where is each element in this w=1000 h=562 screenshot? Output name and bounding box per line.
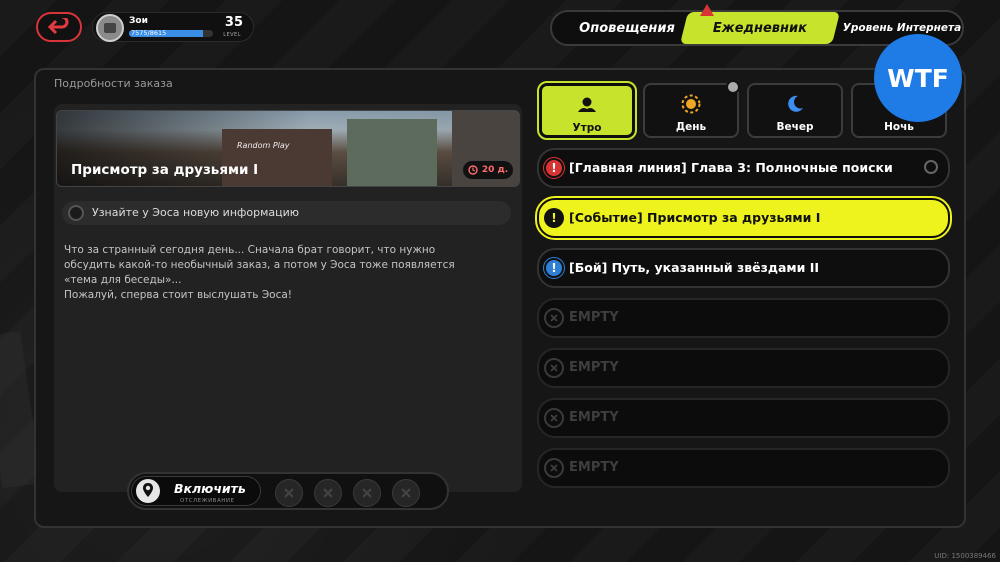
task-battle-quest[interactable]: ! [Бой] Путь, указанный звёздами II (537, 248, 950, 288)
tracking-slot-empty (275, 479, 303, 507)
objective-text: Узнайте у Эоса новую информацию (92, 206, 300, 219)
days-remaining-badge: 20 д. (462, 160, 514, 180)
enable-tracking-label: Включить (174, 481, 246, 496)
panel-title: Подробности заказа (54, 77, 173, 90)
xp-text: 7575/8615 (131, 29, 167, 37)
close-icon (544, 308, 564, 328)
banner-building (222, 129, 332, 186)
moon-icon (788, 95, 803, 112)
task-label: EMPTY (569, 360, 619, 375)
tab-day-label: День (675, 121, 707, 133)
task-event-quest[interactable]: ! [Событие] Присмотр за друзьями I (535, 196, 952, 240)
tab-evening-label: Вечер (776, 121, 814, 133)
exclamation-icon: ! (544, 208, 564, 228)
tracking-bar: Включить ОТСЛЕЖИВАНИЕ (127, 472, 449, 510)
objective-row: Узнайте у Эоса новую информацию (62, 201, 511, 225)
user-id: UID: 1500389466 (934, 552, 996, 560)
exclamation-icon: ! (543, 157, 565, 179)
tab-notifications[interactable]: Оповещения (562, 12, 692, 44)
tab-morning-label: Утро (572, 122, 602, 134)
task-empty-slot: EMPTY (537, 348, 950, 388)
task-label: EMPTY (569, 460, 619, 475)
tab-morning[interactable]: Утро (537, 81, 637, 140)
tracking-sub-label: ОТСЛЕЖИВАНИЕ (180, 498, 235, 504)
task-label: [Бой] Путь, указанный звёздами II (569, 260, 820, 275)
close-icon (544, 358, 564, 378)
tab-day[interactable]: День (643, 83, 739, 138)
close-icon (544, 458, 564, 478)
task-label: EMPTY (569, 310, 619, 325)
tab-night-label: Ночь (884, 121, 914, 133)
order-title: Присмотр за друзьями I (71, 162, 259, 178)
player-name: Зои (129, 16, 148, 26)
back-button[interactable] (36, 12, 82, 42)
task-empty-slot: EMPTY (537, 398, 950, 438)
sun-icon (681, 94, 701, 114)
banner-building (347, 119, 437, 186)
avatar (96, 14, 124, 42)
close-icon (544, 408, 564, 428)
enable-tracking-button[interactable]: Включить ОТСЛЕЖИВАНИЕ (131, 476, 261, 506)
close-icon (362, 488, 372, 498)
tab-daily-planner-label: Ежедневник (712, 20, 808, 36)
task-label: EMPTY (569, 410, 619, 425)
close-icon (284, 488, 294, 498)
task-empty-slot: EMPTY (537, 448, 950, 488)
tab-daily-planner[interactable]: Ежедневник (680, 12, 840, 44)
tab-evening[interactable]: Вечер (747, 83, 843, 138)
objective-status-icon (68, 205, 84, 221)
order-description-text: Что за странный сегодня день... Сначала … (64, 244, 455, 301)
task-label: [Главная линия] Глава 3: Полночные поиск… (569, 160, 893, 175)
tracking-slot-empty (392, 479, 420, 507)
tracking-slot-empty (353, 479, 381, 507)
task-label: [Событие] Присмотр за друзьями I (569, 210, 821, 225)
banner-sign-text: Random Play (237, 141, 290, 150)
morning-icon (578, 97, 596, 112)
close-icon (401, 488, 411, 498)
location-marker-icon (924, 160, 938, 174)
close-icon (323, 488, 333, 498)
location-marker-icon (726, 80, 740, 94)
tracking-slot-empty (314, 479, 342, 507)
wtf-badge: WTF (874, 34, 962, 122)
task-empty-slot: EMPTY (537, 298, 950, 338)
player-profile[interactable]: Зои 7575/8615 35 LEVEL (92, 12, 254, 42)
back-arrow-icon (47, 18, 69, 35)
order-description: Что за странный сегодня день... Сначала … (64, 243, 504, 303)
level-label: LEVEL (223, 32, 241, 38)
task-main-quest[interactable]: ! [Главная линия] Глава 3: Полночные пои… (537, 148, 950, 188)
days-remaining: 20 д. (481, 165, 509, 175)
exclamation-icon: ! (543, 257, 565, 279)
clock-icon (468, 165, 478, 175)
location-pin-icon (136, 479, 160, 503)
player-level: 35 (224, 15, 243, 30)
